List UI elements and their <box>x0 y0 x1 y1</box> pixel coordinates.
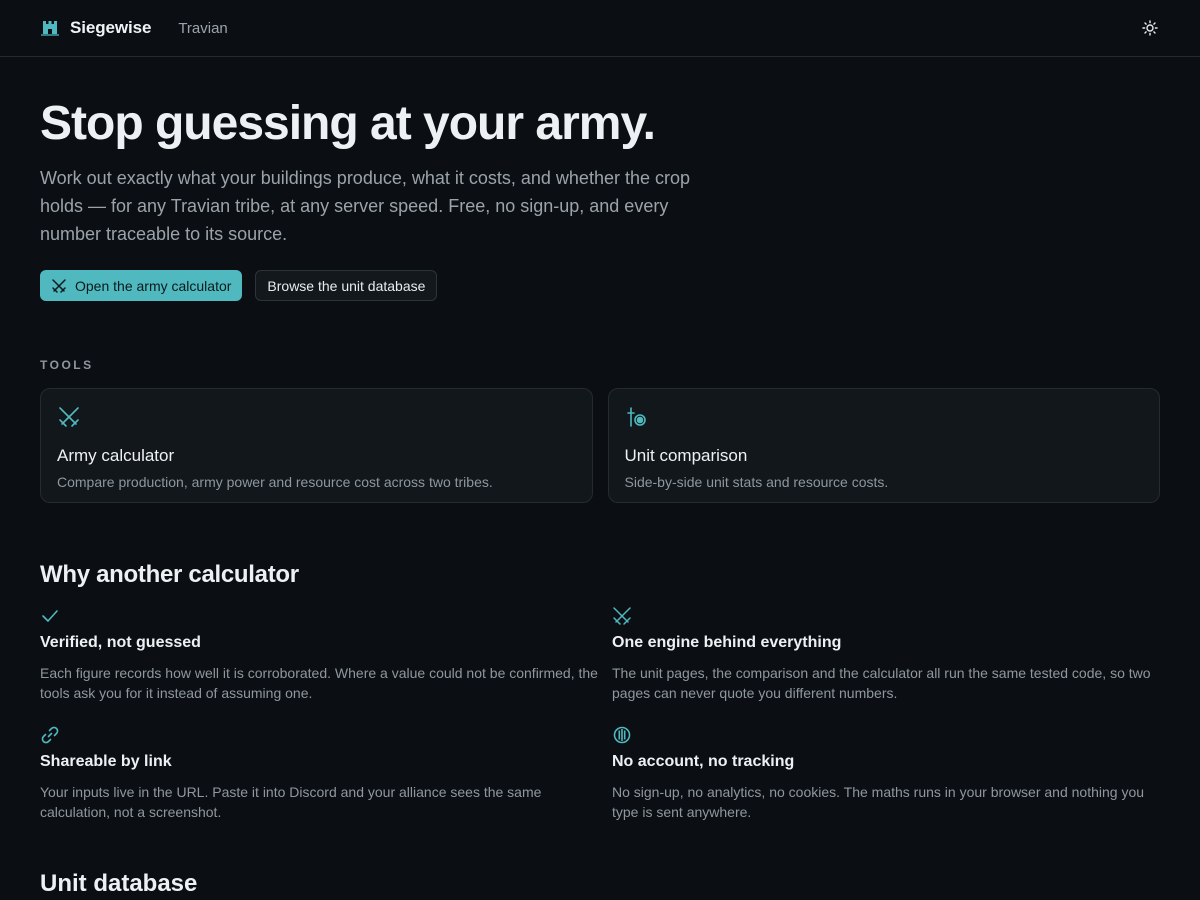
game-selector-link[interactable]: Travian <box>178 20 227 37</box>
feature-title: One engine behind everything <box>612 634 842 651</box>
tools-grid: Army calculator Compare production, army… <box>40 388 1160 503</box>
crossed-swords-icon <box>613 607 631 625</box>
brand-link[interactable]: Siegewise <box>40 18 151 38</box>
open-army-calculator-button[interactable]: Open the army calculator <box>40 270 243 301</box>
feature-description: Your inputs live in the URL. Paste it in… <box>40 784 542 820</box>
hero-subtitle: Work out exactly what your buildings pro… <box>40 168 691 244</box>
tool-description: Compare production, army power and resou… <box>57 474 493 490</box>
top-navigation: Siegewise Travian <box>0 0 1200 57</box>
brand-name: Siegewise <box>70 18 152 37</box>
feature-description: No sign-up, no analytics, no cookies. Th… <box>612 784 1145 820</box>
tool-title: Unit comparison <box>624 446 748 465</box>
feature-title: Verified, not guessed <box>40 634 201 651</box>
check-icon <box>42 610 58 622</box>
features-grid: Verified, not guessed Each figure record… <box>40 606 1160 822</box>
feature-no-tracking: No account, no tracking No sign-up, no a… <box>612 725 1160 822</box>
feature-verified: Verified, not guessed Each figure record… <box>40 606 612 703</box>
crossed-swords-icon <box>52 278 66 293</box>
shield-icon <box>613 726 631 744</box>
feature-description: The unit pages, the comparison and the c… <box>612 665 1151 701</box>
crossed-swords-icon <box>59 407 79 427</box>
tool-description: Side-by-side unit stats and resource cos… <box>624 474 889 490</box>
hero-title: Stop guessing at your army. <box>40 97 656 150</box>
unit-database-heading: Unit database <box>40 870 198 897</box>
tool-card-army-calculator[interactable]: Army calculator Compare production, army… <box>40 388 593 503</box>
browse-unit-database-button[interactable]: Browse the unit database <box>255 270 438 301</box>
feature-shareable: Shareable by link Your inputs live in th… <box>40 725 612 822</box>
why-heading: Why another calculator <box>40 561 299 588</box>
feature-title: Shareable by link <box>40 753 172 770</box>
tools-heading: TOOLS <box>40 358 94 372</box>
feature-one-engine: One engine behind everything The unit pa… <box>612 606 1160 703</box>
feature-description: Each figure records how well it is corro… <box>40 665 598 701</box>
hero-actions: Open the army calculator Browse the unit… <box>40 270 1160 301</box>
feature-title: No account, no tracking <box>612 753 795 770</box>
unit-compare-icon <box>626 407 646 427</box>
sun-icon <box>1142 20 1158 36</box>
theme-toggle-button[interactable] <box>1140 18 1160 38</box>
open-army-calculator-label: Open the army calculator <box>75 277 232 294</box>
tool-card-unit-comparison[interactable]: Unit comparison Side-by-side unit stats … <box>607 388 1160 503</box>
castle-icon <box>41 21 59 36</box>
link-icon <box>41 726 59 744</box>
tool-title: Army calculator <box>57 446 175 465</box>
main-content: Stop guessing at your army. Work out exa… <box>0 95 1200 898</box>
